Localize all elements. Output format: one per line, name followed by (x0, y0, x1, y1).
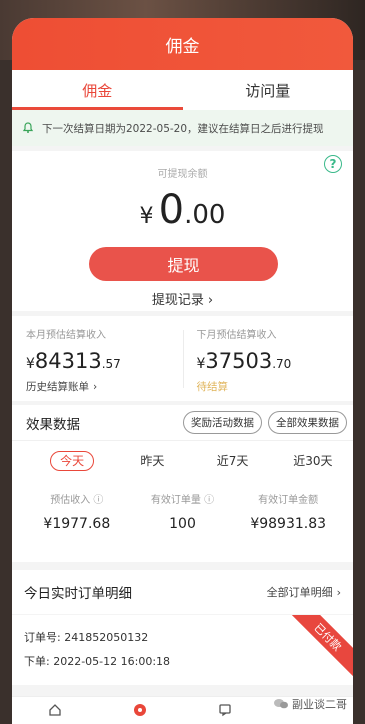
next-month-integer: 37503 (205, 349, 273, 373)
nav-home[interactable] (12, 697, 97, 724)
settlement-notice: 下一次结算日期为2022-05-20，建议在结算日之后进行提现 (12, 110, 353, 146)
period-today[interactable]: 今天 (32, 450, 112, 471)
next-month-settlement: 下月预估结算收入 ¥37503.70 待结算 (183, 316, 354, 401)
stat-valid-orders: 有效订单量 ⓘ 100 (130, 491, 236, 532)
paid-status-ribbon: 已付款 (282, 615, 353, 683)
effect-data-card: 效果数据 奖励活动数据 全部效果数据 今天 昨天 近7天 近30天 预估收入 ⓘ… (12, 405, 353, 562)
stat-label: 预估收入 ⓘ (24, 491, 130, 506)
balance-amount: ¥ 0.00 (12, 187, 353, 233)
withdraw-record-label: 提现记录 (151, 293, 204, 308)
this-month-label: 本月预估结算收入 (26, 330, 106, 341)
stat-estimated-income: 预估收入 ⓘ ¥1977.68 (24, 491, 130, 532)
page-title: 佣金 (12, 18, 353, 70)
this-month-amount: ¥84313.57 (26, 349, 183, 373)
stat-valid-order-amount: 有效订单金额 ¥98931.83 (235, 491, 341, 532)
next-month-amount: ¥37503.70 (197, 349, 354, 373)
history-bills-link[interactable]: 历史结算账单 › (26, 379, 183, 394)
balance-currency: ¥ (139, 204, 154, 229)
phone-screen: 佣金 佣金 访问量 下一次结算日期为2022-05-20，建议在结算日之后进行提… (12, 18, 353, 724)
balance-integer: 0 (158, 187, 185, 233)
orders-title: 今日实时订单明细 (24, 586, 132, 602)
stats-row: 预估收入 ⓘ ¥1977.68 有效订单量 ⓘ 100 有效订单金额 ¥9893… (12, 491, 353, 532)
watermark-text: 副业谈二哥 (292, 698, 347, 711)
next-month-label: 下月预估结算收入 (196, 330, 277, 341)
reward-activity-data-button[interactable]: 奖励活动数据 (183, 411, 262, 434)
tab-visits[interactable]: 访问量 (183, 70, 354, 110)
order-number-line: 订单号: 241852050132 (24, 629, 341, 645)
bell-icon (22, 122, 34, 133)
tab-commission[interactable]: 佣金 (12, 70, 183, 110)
all-orders-link[interactable]: 全部订单明细 › (267, 584, 341, 600)
period-7-days[interactable]: 近7天 (193, 452, 273, 469)
withdraw-button[interactable]: 提现 (89, 247, 278, 281)
all-effect-data-button[interactable]: 全部效果数据 (268, 411, 347, 434)
stat-label: 有效订单量 ⓘ (130, 491, 236, 506)
order-time-line: 下单: 2022-05-12 16:00:18 (24, 653, 341, 669)
stat-value: ¥1977.68 (43, 516, 111, 532)
order-item[interactable]: 订单号: 241852050132 下单: 2022-05-12 16:00:1… (12, 615, 353, 685)
history-bills-label: 历史结算账单 (26, 381, 89, 393)
stat-label-text: 有效订单量 (150, 495, 201, 506)
period-30-days[interactable]: 近30天 (273, 452, 353, 469)
period-today-label: 今天 (50, 450, 95, 471)
info-icon[interactable]: ⓘ (204, 495, 214, 506)
period-yesterday[interactable]: 昨天 (112, 452, 192, 469)
stat-label-text: 预估收入 (50, 495, 91, 506)
order-number-label: 订单号: (24, 631, 61, 644)
chevron-right-icon: › (336, 586, 341, 599)
balance-label: 可提现余额 (157, 169, 208, 180)
withdraw-record-link[interactable]: 提现记录 › (12, 289, 353, 308)
chevron-right-icon: › (93, 381, 98, 393)
next-month-decimal: .70 (272, 357, 292, 371)
active-tab-indicator (12, 107, 183, 110)
period-selector: 今天 昨天 近7天 近30天 (12, 441, 353, 479)
notice-text: 下一次结算日期为2022-05-20，建议在结算日之后进行提现 (42, 122, 324, 135)
wechat-logo-icon (274, 699, 288, 709)
home-icon (48, 704, 61, 716)
tab-bar: 佣金 访问量 (12, 70, 353, 110)
balance-card: ? 可提现余额 ¥ 0.00 提现 提现记录 › (12, 151, 353, 311)
chevron-right-icon: › (207, 293, 214, 308)
effect-title: 效果数据 (26, 416, 80, 433)
this-month-settlement: 本月预估结算收入 ¥84313.57 历史结算账单 › (12, 316, 183, 401)
order-time-label: 下单: (24, 655, 50, 668)
settlement-card: 本月预估结算收入 ¥84313.57 历史结算账单 › 下月预估结算收入 ¥375… (12, 316, 353, 401)
commission-icon (133, 704, 146, 716)
balance-decimal: .00 (184, 200, 226, 230)
nav-commission[interactable] (97, 697, 182, 724)
this-month-integer: 84313 (34, 349, 102, 373)
this-month-decimal: .57 (101, 357, 121, 371)
stat-label: 有效订单金额 (258, 495, 319, 506)
stat-value: ¥98931.83 (250, 516, 327, 532)
pending-status: 待结算 (196, 381, 229, 393)
stat-value: 100 (169, 516, 196, 532)
watermark: 副业谈二哥 (273, 696, 347, 712)
effect-header: 效果数据 奖励活动数据 全部效果数据 (12, 405, 353, 441)
order-number: 241852050132 (64, 631, 149, 644)
orders-header: 今日实时订单明细 全部订单明细 › (12, 570, 353, 614)
all-orders-label: 全部订单明细 (266, 586, 333, 599)
message-icon (219, 704, 231, 717)
info-icon[interactable]: ⓘ (93, 495, 103, 506)
this-month-currency: ¥ (26, 356, 35, 372)
order-time: 2022-05-12 16:00:18 (53, 655, 171, 668)
nav-messages[interactable] (183, 697, 268, 724)
